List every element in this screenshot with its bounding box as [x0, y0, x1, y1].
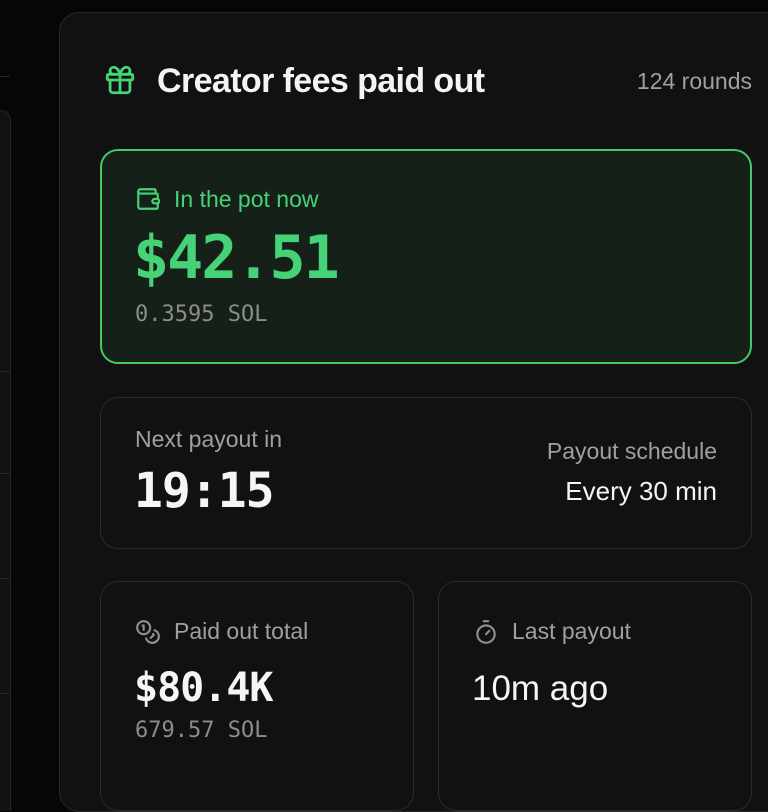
payout-schedule-label: Payout schedule — [546, 438, 717, 464]
gift-icon — [105, 65, 135, 95]
panel-divider — [0, 693, 10, 694]
panel-divider — [0, 76, 10, 77]
paid-out-label: Paid out total — [174, 618, 309, 644]
paid-out-sol-amount: 679.57 SOL — [135, 718, 268, 743]
next-payout-countdown: 19:15 — [134, 463, 274, 519]
rounds-count: 124 rounds — [636, 68, 752, 94]
coins-icon — [136, 620, 160, 644]
last-payout-label: Last payout — [512, 618, 631, 644]
paid-out-amount: $80.4K — [134, 665, 273, 711]
pot-amount: $42.51 — [133, 223, 340, 293]
panel-divider — [0, 473, 10, 474]
panel-divider — [0, 371, 10, 372]
pot-label: In the pot now — [174, 186, 319, 212]
card-title: Creator fees paid out — [157, 62, 485, 100]
timer-icon — [476, 620, 496, 644]
wallet-icon — [137, 188, 160, 210]
pot-sol-amount: 0.3595 SOL — [135, 302, 268, 327]
next-payout-label: Next payout in — [135, 426, 283, 452]
panel-divider — [0, 578, 10, 579]
payout-schedule-value: Every 30 min — [565, 476, 717, 506]
last-payout-value: 10m ago — [472, 669, 609, 708]
left-side-panel — [0, 76, 11, 811]
